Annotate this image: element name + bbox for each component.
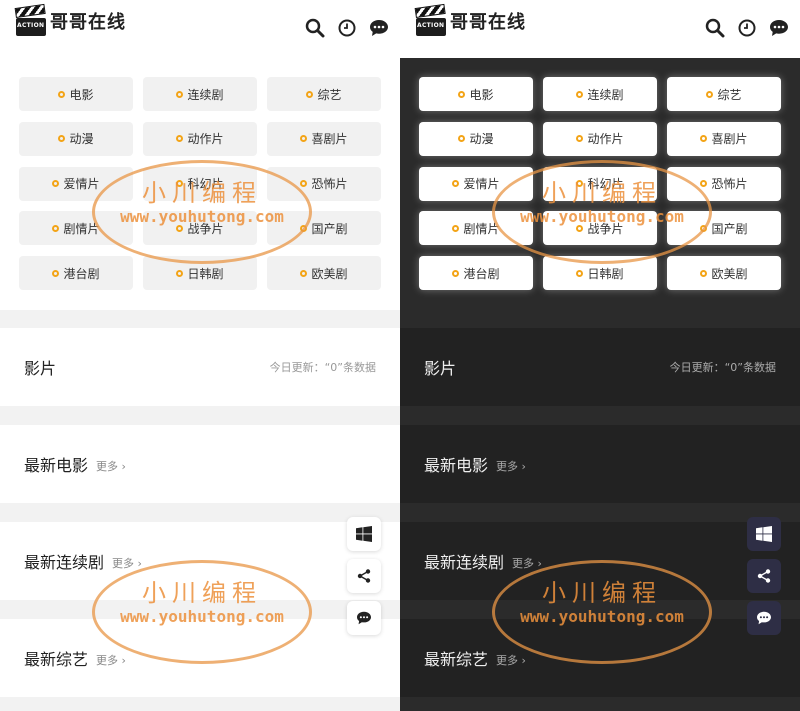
search-icon[interactable] — [704, 17, 726, 39]
category-button[interactable]: 国产剧 — [267, 211, 381, 246]
latest-series-section: 最新连续剧 更多 › — [0, 522, 400, 600]
category-button[interactable]: 剧情片 — [419, 211, 533, 246]
section-title: 最新电影 — [424, 456, 489, 475]
category-button[interactable]: 综艺 — [267, 77, 381, 111]
comment-icon[interactable] — [747, 601, 781, 635]
section-title: 最新综艺 — [424, 650, 489, 669]
windows-icon[interactable] — [347, 517, 381, 551]
category-grid: 电影 连续剧 综艺 动漫 动作片 喜剧片 爱情片 科幻片 恐怖片 剧情片 战争片… — [400, 58, 800, 310]
category-button[interactable]: 科幻片 — [543, 166, 657, 201]
category-button[interactable]: 港台剧 — [419, 256, 533, 291]
light-theme-pane: ACTION 哥哥在线 电影 连续剧 综艺 动漫 动作片 喜剧片 爱情片 科幻片… — [0, 0, 400, 711]
category-button[interactable]: 喜剧片 — [667, 121, 781, 156]
category-button[interactable]: 动漫 — [419, 121, 533, 156]
section-title: 最新连续剧 — [424, 553, 505, 572]
category-button[interactable]: 科幻片 — [143, 166, 257, 201]
category-button[interactable]: 日韩剧 — [143, 256, 257, 291]
category-button[interactable]: 剧情片 — [19, 211, 133, 246]
category-button[interactable]: 恐怖片 — [267, 166, 381, 201]
section-title: 影片 — [24, 359, 57, 378]
category-button[interactable]: 动作片 — [143, 121, 257, 156]
section-title: 最新电影 — [24, 456, 89, 475]
more-link[interactable]: 更多 › — [96, 458, 126, 474]
category-button[interactable]: 连续剧 — [143, 77, 257, 111]
more-link[interactable]: 更多 › — [496, 652, 526, 668]
latest-movie-section: 最新电影 更多 › — [0, 425, 400, 503]
message-icon[interactable] — [768, 17, 790, 39]
message-icon[interactable] — [368, 17, 390, 39]
comment-icon[interactable] — [347, 601, 381, 635]
more-link[interactable]: 更多 › — [496, 458, 526, 474]
section-title: 影片 — [424, 359, 457, 378]
history-clock-icon[interactable] — [736, 17, 758, 39]
category-button[interactable]: 战争片 — [543, 211, 657, 246]
latest-series-section: 最新连续剧 更多 › — [400, 522, 800, 600]
category-button[interactable]: 综艺 — [667, 77, 781, 111]
header: ACTION 哥哥在线 — [0, 0, 400, 58]
dark-theme-pane: ACTION 哥哥在线 电影 连续剧 综艺 动漫 动作片 喜剧片 爱情片 科幻片… — [400, 0, 800, 711]
latest-variety-section: 最新综艺 更多 › — [400, 619, 800, 697]
category-button[interactable]: 国产剧 — [667, 211, 781, 246]
update-count: 今日更新：“0”条数据 — [269, 361, 376, 374]
category-button[interactable]: 欧美剧 — [667, 256, 781, 291]
category-grid: 电影 连续剧 综艺 动漫 动作片 喜剧片 爱情片 科幻片 恐怖片 剧情片 战争片… — [0, 58, 400, 310]
latest-movie-section: 最新电影 更多 › — [400, 425, 800, 503]
category-button[interactable]: 电影 — [419, 77, 533, 111]
category-button[interactable]: 日韩剧 — [543, 256, 657, 291]
category-button[interactable]: 港台剧 — [19, 256, 133, 291]
more-link[interactable]: 更多 › — [112, 555, 142, 571]
share-icon[interactable] — [747, 559, 781, 593]
latest-variety-section: 最新综艺 更多 › — [0, 619, 400, 697]
more-link[interactable]: 更多 › — [96, 652, 126, 668]
clapperboard-logo-icon[interactable]: ACTION — [14, 3, 46, 38]
section-title: 最新连续剧 — [24, 553, 105, 572]
category-button[interactable]: 爱情片 — [419, 166, 533, 201]
films-section: 影片 今日更新：“0”条数据 — [400, 328, 800, 406]
category-button[interactable]: 喜剧片 — [267, 121, 381, 156]
category-button[interactable]: 连续剧 — [543, 77, 657, 111]
site-title[interactable]: 哥哥在线 — [50, 8, 126, 34]
films-section: 影片 今日更新：“0”条数据 — [0, 328, 400, 406]
search-icon[interactable] — [304, 17, 326, 39]
history-clock-icon[interactable] — [336, 17, 358, 39]
clapperboard-logo-icon[interactable]: ACTION — [414, 3, 446, 38]
category-button[interactable]: 动漫 — [19, 121, 133, 156]
site-title[interactable]: 哥哥在线 — [450, 8, 526, 34]
update-count: 今日更新：“0”条数据 — [669, 361, 776, 374]
more-link[interactable]: 更多 › — [512, 555, 542, 571]
windows-icon[interactable] — [747, 517, 781, 551]
category-button[interactable]: 战争片 — [143, 211, 257, 246]
header: ACTION 哥哥在线 — [400, 0, 800, 58]
section-title: 最新综艺 — [24, 650, 89, 669]
category-button[interactable]: 恐怖片 — [667, 166, 781, 201]
share-icon[interactable] — [347, 559, 381, 593]
category-button[interactable]: 爱情片 — [19, 166, 133, 201]
category-button[interactable]: 电影 — [19, 77, 133, 111]
category-button[interactable]: 欧美剧 — [267, 256, 381, 291]
category-button[interactable]: 动作片 — [543, 121, 657, 156]
